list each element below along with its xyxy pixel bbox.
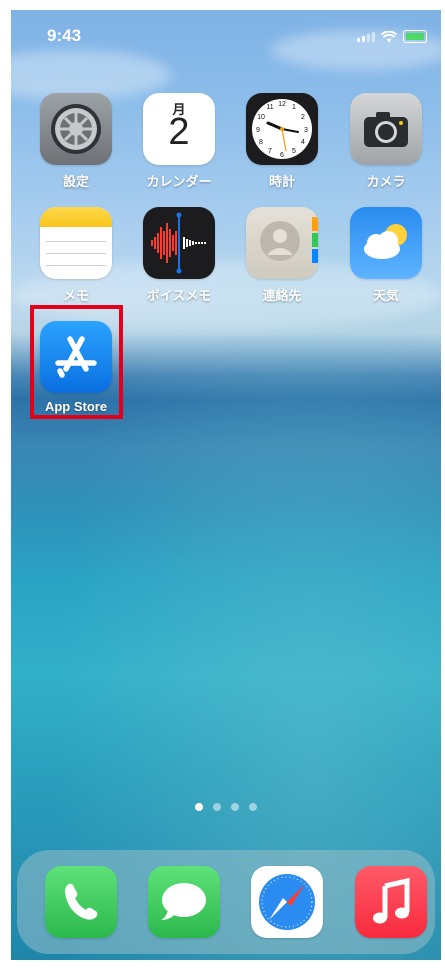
app-label: ボイスメモ — [146, 288, 212, 303]
messages-icon[interactable] — [148, 866, 220, 938]
svg-text:8: 8 — [259, 139, 263, 146]
clock-icon: 12 1 2 3 45 6 78 9 10 11 — [246, 93, 318, 165]
dock — [17, 850, 435, 954]
status-icons — [357, 30, 427, 43]
contacts-icon — [246, 207, 318, 279]
app-label: 設定 — [62, 174, 89, 189]
page-dot — [195, 803, 203, 811]
calendar-icon: 月 2 — [143, 93, 215, 165]
svg-text:2: 2 — [301, 114, 305, 121]
page-dot — [249, 803, 257, 811]
app-voice-memos[interactable]: ボイスメモ — [129, 207, 229, 304]
app-label: 時計 — [268, 174, 295, 189]
home-screen: 9:43 設定 月 2 カレンダー 12 1 2 3 4 5 6 7 8 9 1… — [11, 10, 441, 960]
camera-icon — [350, 93, 422, 165]
app-camera[interactable]: カメラ — [336, 93, 436, 190]
svg-text:4: 4 — [301, 139, 305, 146]
safari-compass-icon[interactable] — [251, 866, 323, 938]
voice-memo-icon — [143, 207, 215, 279]
settings-gear-icon — [40, 93, 112, 165]
app-label: カメラ — [366, 174, 406, 189]
app-calendar[interactable]: 月 2 カレンダー — [129, 93, 229, 190]
app-notes[interactable]: メモ — [26, 207, 126, 304]
svg-text:12: 12 — [278, 101, 286, 108]
app-settings[interactable]: 設定 — [26, 93, 126, 190]
signal-icon — [357, 31, 375, 42]
app-contacts[interactable]: 連絡先 — [232, 207, 332, 304]
page-indicator[interactable] — [11, 803, 441, 811]
app-label: 天気 — [372, 288, 399, 303]
svg-text:1: 1 — [292, 104, 296, 111]
battery-icon — [403, 30, 427, 43]
svg-text:5: 5 — [292, 148, 296, 155]
app-weather[interactable]: 天気 — [336, 207, 436, 304]
svg-text:3: 3 — [304, 127, 308, 134]
svg-text:9: 9 — [256, 127, 260, 134]
highlight-box — [30, 305, 123, 419]
app-label: メモ — [62, 288, 89, 303]
app-label: 連絡先 — [262, 288, 302, 303]
status-time: 9:43 — [47, 26, 82, 45]
svg-text:10: 10 — [257, 114, 265, 121]
page-dot — [231, 803, 239, 811]
svg-text:6: 6 — [280, 152, 284, 159]
notes-icon — [40, 207, 112, 279]
weather-icon — [350, 207, 422, 279]
music-icon[interactable] — [355, 866, 427, 938]
wifi-icon — [381, 30, 397, 42]
phone-icon[interactable] — [45, 866, 117, 938]
page-dot — [213, 803, 221, 811]
app-clock[interactable]: 12 1 2 3 45 6 78 9 10 11 時計 — [232, 93, 332, 190]
app-label: カレンダー — [146, 174, 212, 189]
svg-text:11: 11 — [266, 104, 273, 111]
calendar-day: 2 — [168, 111, 190, 153]
svg-text:7: 7 — [268, 148, 272, 155]
